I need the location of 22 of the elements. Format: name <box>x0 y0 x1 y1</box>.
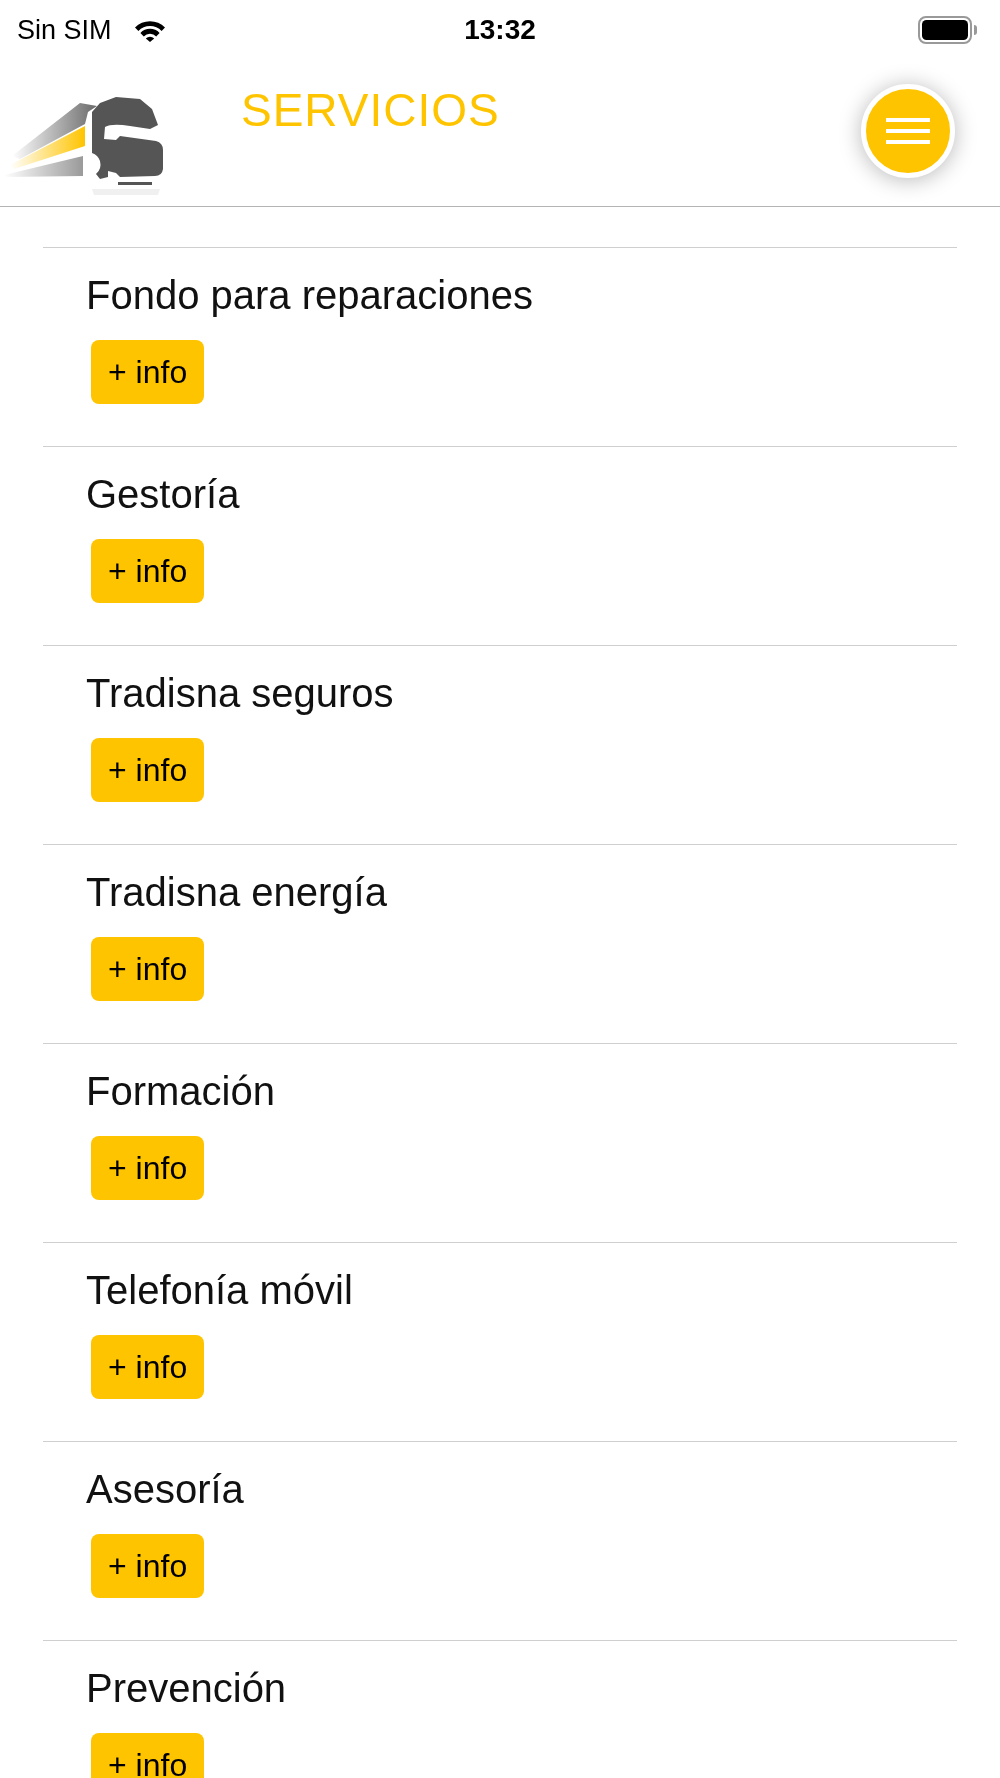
info-button[interactable]: + info <box>91 1733 205 1778</box>
info-button[interactable]: + info <box>91 937 205 1001</box>
service-title: Asesoría <box>86 1466 244 1513</box>
service-title: Fondo para reparaciones <box>86 272 533 319</box>
info-button[interactable]: + info <box>91 1335 205 1399</box>
info-button[interactable]: + info <box>91 1534 205 1598</box>
service-title: Tradisna energía <box>86 869 387 916</box>
service-title: Tradisna seguros <box>86 670 394 717</box>
service-title: Formación <box>86 1068 275 1115</box>
battery-icon <box>918 16 978 44</box>
menu-icon <box>886 118 930 144</box>
wifi-icon <box>133 18 166 42</box>
info-button[interactable]: + info <box>91 1136 205 1200</box>
clock-time: 13:32 <box>464 14 536 46</box>
info-button[interactable]: + info <box>91 539 205 603</box>
service-title: Prevención <box>86 1665 287 1712</box>
page-title: SERVICIOS <box>241 83 500 138</box>
carrier-name: Sin SIM <box>17 14 112 46</box>
info-button[interactable]: + info <box>91 340 205 404</box>
service-title: Gestoría <box>86 471 240 518</box>
service-title: Telefonía móvil <box>86 1267 353 1314</box>
info-button[interactable]: + info <box>91 738 205 802</box>
